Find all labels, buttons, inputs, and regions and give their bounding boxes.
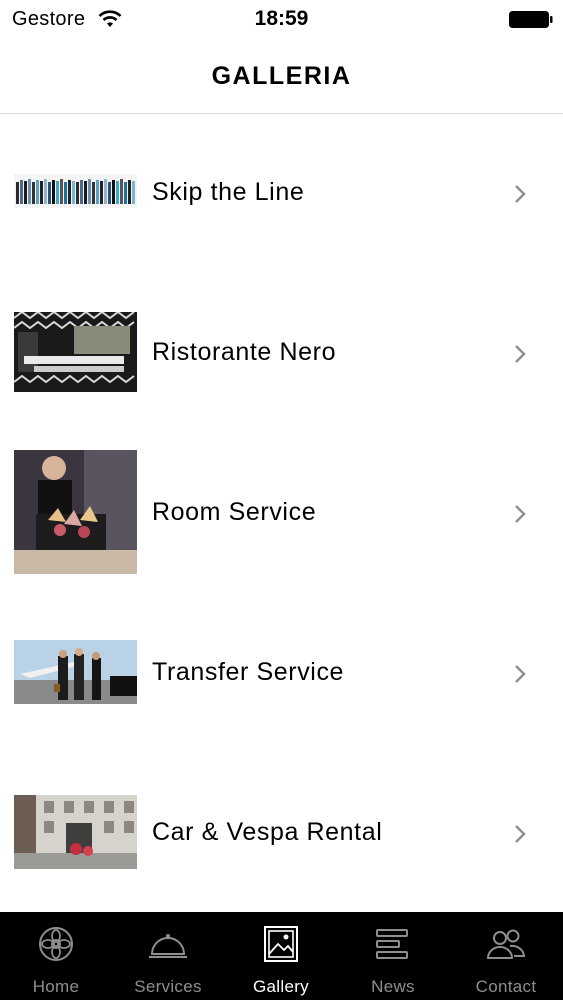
tab-contact[interactable]: Contact xyxy=(450,912,562,1000)
list-item-car-vespa-rental[interactable]: Car & Vespa Rental xyxy=(0,754,563,914)
chevron-right-icon xyxy=(515,825,526,843)
clock-time: 18:59 xyxy=(254,7,309,30)
hotel-facade-photo xyxy=(14,795,137,869)
navigation-bar: GALLERIA xyxy=(0,40,563,114)
chevron-right-icon xyxy=(515,665,526,683)
crowd-line-photo xyxy=(14,174,137,208)
restaurant-photo xyxy=(14,312,137,392)
tab-bar: Home Services Gallery News Contact xyxy=(0,912,563,1000)
tab-label: Gallery xyxy=(253,977,309,996)
tab-news[interactable]: News xyxy=(337,912,449,1000)
tab-label: Home xyxy=(32,977,80,996)
waiter-photo xyxy=(14,450,137,574)
item-label: Room Service xyxy=(152,498,317,526)
list-item-skip-the-line[interactable]: Skip the Line xyxy=(0,114,563,274)
list-item-room-service[interactable]: Room Service xyxy=(0,434,563,594)
tab-gallery[interactable]: Gallery xyxy=(225,912,337,1000)
chevron-right-icon xyxy=(515,185,526,203)
list-item-ristorante-nero[interactable]: Ristorante Nero xyxy=(0,274,563,434)
cloche-icon xyxy=(149,934,187,958)
tab-label: Services xyxy=(134,977,202,996)
battery-icon xyxy=(509,11,553,28)
item-label: Transfer Service xyxy=(152,658,345,686)
flower-icon xyxy=(39,927,73,961)
tab-home[interactable]: Home xyxy=(0,912,112,1000)
list-item-transfer-service[interactable]: Transfer Service xyxy=(0,594,563,754)
chevron-right-icon xyxy=(515,505,526,523)
status-bar: Gestore 18:59 xyxy=(0,0,563,40)
people-icon xyxy=(486,929,526,959)
tab-label: News xyxy=(371,977,415,996)
item-label: Ristorante Nero xyxy=(152,338,337,366)
item-label: Car & Vespa Rental xyxy=(152,818,383,846)
tab-label: Contact xyxy=(475,977,537,996)
lines-icon xyxy=(376,929,408,959)
picture-icon xyxy=(264,926,298,962)
jet-limo-photo xyxy=(14,640,137,704)
tab-services[interactable]: Services xyxy=(112,912,224,1000)
chevron-right-icon xyxy=(515,345,526,363)
page-title: GALLERIA xyxy=(211,62,352,90)
item-label: Skip the Line xyxy=(152,178,305,206)
